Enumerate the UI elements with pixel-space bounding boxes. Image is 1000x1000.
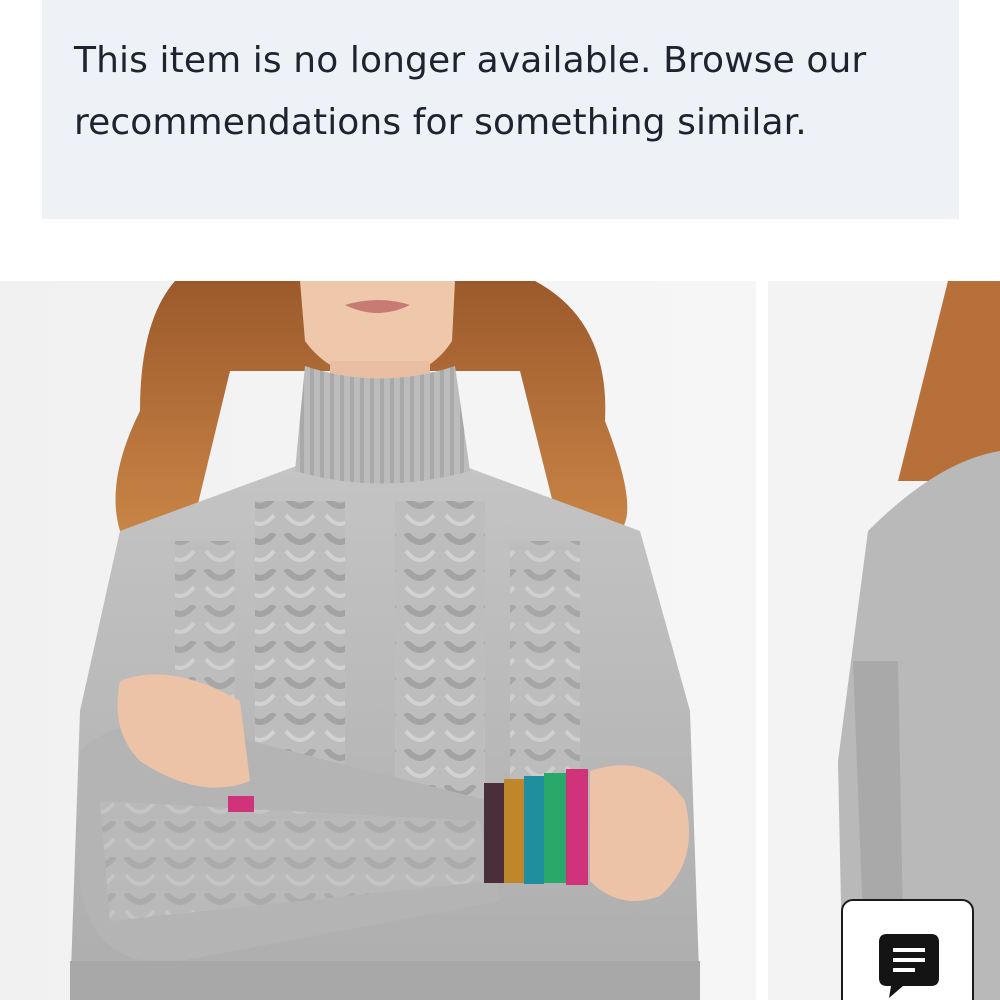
product-image-front[interactable] (0, 281, 756, 1000)
chat-bubble-icon (879, 934, 939, 998)
product-image-carousel[interactable] (0, 281, 1000, 1000)
unavailable-notice: This item is no longer available. Browse… (42, 0, 959, 219)
product-page: This item is no longer available. Browse… (0, 0, 1000, 1000)
chat-button[interactable] (841, 899, 974, 1000)
product-image-side[interactable] (768, 281, 1000, 1000)
unavailable-message-line-1: This item is no longer available. Browse… (74, 40, 867, 81)
sweater-side-illustration (768, 281, 1000, 1000)
unavailable-message: This item is no longer available. Browse… (74, 30, 927, 154)
sweater-front-illustration (0, 281, 756, 1000)
unavailable-message-line-2: recommendations for something similar. (74, 102, 807, 143)
rainbow-cuff (484, 769, 588, 885)
